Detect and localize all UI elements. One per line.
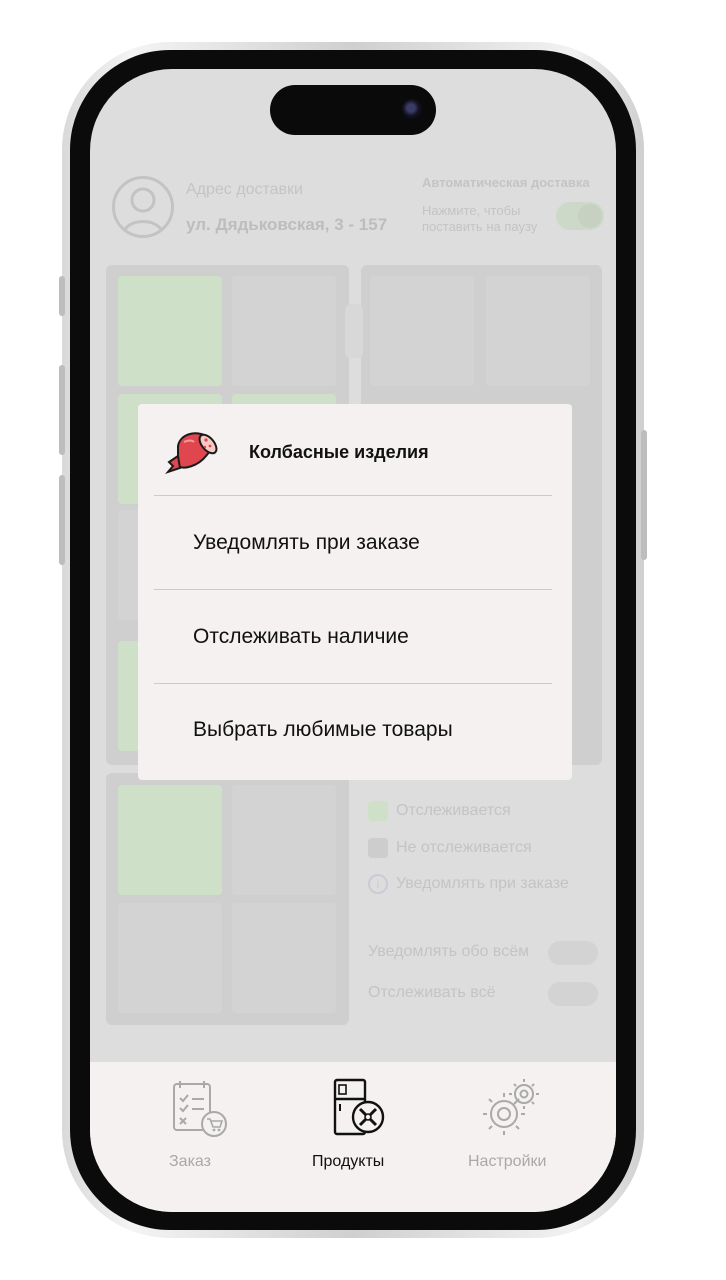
product-tile-canned-fish[interactable] [370,276,474,386]
notify-all-toggle[interactable] [548,941,598,965]
info-bubble-icon: i [368,874,388,894]
auto-delivery-hint-line2: поставить на паузу [422,219,538,234]
modal-divider [154,589,552,590]
product-tile-lemon[interactable] [486,276,590,386]
side-button-volume-down [59,475,65,565]
category-options-modal: Колбасные изделия Уведомлять при заказе … [138,404,572,780]
toggle-knob [578,204,602,228]
menu-item-track-availability[interactable]: Отслеживать наличие [193,625,409,649]
notify-all-label: Уведомлять обо всём [368,943,530,960]
auto-delivery-hint-line1: Нажмите, чтобы [422,203,521,218]
gears-icon [483,1079,539,1135]
tab-order-label: Заказ [169,1153,211,1170]
address-label: Адрес доставки [186,181,303,198]
auto-delivery-toggle[interactable] [556,202,604,230]
tab-products-label: Продукты [312,1153,385,1170]
side-button-power [641,430,647,560]
bottom-tab-bar: Заказ Продукты Настройки [90,1062,616,1212]
side-button-volume-up [59,365,65,455]
track-all-toggle[interactable] [548,982,598,1006]
menu-item-choose-favorites[interactable]: Выбрать любимые товары [193,718,453,742]
product-tile-herbs[interactable] [118,276,222,386]
side-button-action [59,276,65,316]
legend-tracked-label: Отслеживается [396,802,511,819]
modal-divider [154,683,552,684]
front-camera [402,99,422,119]
tab-products[interactable]: Продукты [300,1072,410,1192]
product-tile-fish[interactable] [118,903,222,1013]
legend-notify-label: Уведомлять при заказе [396,875,569,892]
order-checklist-icon [173,1081,227,1137]
fridge-tools-icon [333,1078,385,1136]
product-tile-ice-cream[interactable] [232,903,336,1013]
modal-title: Колбасные изделия [249,442,429,462]
product-tile-broccoli[interactable] [118,785,222,895]
track-all-label: Отслеживать всё [368,984,496,1001]
sausage-icon [164,432,218,475]
auto-delivery-title: Автоматическая доставка [422,175,590,190]
menu-item-notify-on-order[interactable]: Уведомлять при заказе [193,531,420,555]
tab-settings[interactable]: Настройки [460,1072,570,1192]
address-value[interactable]: ул. Дядьковская, 3 - 157 [186,215,387,235]
modal-divider [154,495,552,496]
legend-tracked-swatch [368,801,388,821]
product-tile-mushroom[interactable] [232,276,336,386]
tab-settings-label: Настройки [468,1153,547,1170]
tab-order[interactable]: Заказ [140,1072,240,1192]
scroll-handle[interactable] [345,304,363,358]
user-avatar-icon[interactable] [112,176,174,238]
legend-not-tracked-swatch [368,838,388,858]
product-tile-meat[interactable] [232,785,336,895]
legend-not-tracked-label: Не отслеживается [396,839,532,856]
